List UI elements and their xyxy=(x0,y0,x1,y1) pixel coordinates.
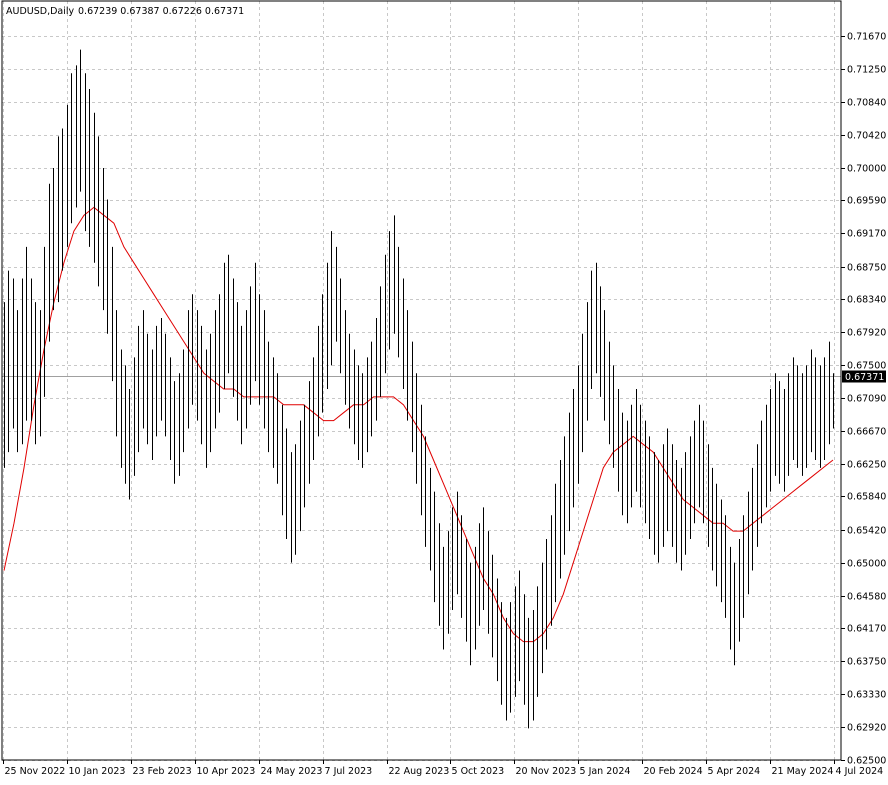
x-tick-label: 5 Apr 2024 xyxy=(708,766,761,777)
grid xyxy=(2,1,841,761)
y-tick-label: 0.66670 xyxy=(847,427,886,438)
y-tick-label: 0.64580 xyxy=(847,592,886,603)
x-tick-label: 5 Oct 2023 xyxy=(452,766,505,777)
y-tick-label: 0.67920 xyxy=(847,328,886,339)
ohlc-bars-layer xyxy=(4,49,834,729)
ohlc-readout: 0.67239 0.67387 0.67226 0.67371 xyxy=(78,6,244,17)
last-price-label: 0.67371 xyxy=(845,372,884,383)
y-tick-label: 0.65420 xyxy=(847,526,886,537)
symbol-title: AUDUSD,Daily xyxy=(6,6,75,17)
y-tick-label: 0.69590 xyxy=(847,196,886,207)
x-tick-label: 5 Jan 2024 xyxy=(580,766,631,777)
y-tick-label: 0.64170 xyxy=(847,624,886,635)
chart-window[interactable]: 0.62500 0.62920 0.63330 0.63750 0.64170 0.645… xyxy=(0,0,888,781)
y-tick-label: 0.63330 xyxy=(847,690,886,701)
x-tick-label: 23 Feb 2023 xyxy=(133,766,192,777)
y-tick-label: 0.68340 xyxy=(847,295,886,306)
plot-frame xyxy=(1,0,842,761)
x-tick-label: 4 Jul 2024 xyxy=(836,766,884,777)
x-tick-label: 20 Feb 2024 xyxy=(644,766,703,777)
price-chart[interactable]: 0.62500 0.62920 0.63330 0.63750 0.64170 0.645… xyxy=(0,0,888,781)
y-tick-label: 0.62920 xyxy=(847,723,886,734)
x-tick-label: 10 Jan 2023 xyxy=(69,766,126,777)
y-tick-label: 0.71670 xyxy=(847,32,886,43)
x-tick-label: 10 Apr 2023 xyxy=(197,766,256,777)
y-tick-label: 0.70840 xyxy=(847,98,886,109)
y-tick-label: 0.63750 xyxy=(847,657,886,668)
x-tick-label: 25 Nov 2022 xyxy=(5,766,66,777)
x-tick-label: 21 May 2024 xyxy=(772,766,834,777)
y-tick-label: 0.62500 xyxy=(847,756,886,767)
moving-average-layer xyxy=(3,206,834,643)
x-tick-label: 24 May 2023 xyxy=(261,766,323,777)
y-tick-label: 0.67500 xyxy=(847,361,886,372)
y-tick-label: 0.68750 xyxy=(847,263,886,274)
y-tick-label: 0.67090 xyxy=(847,394,886,405)
x-tick-label: 20 Nov 2023 xyxy=(516,766,577,777)
y-tick-label: 0.65840 xyxy=(847,492,886,503)
y-tick-label: 0.70420 xyxy=(847,131,886,142)
moving-average-line xyxy=(3,206,834,643)
y-tick-label: 0.66250 xyxy=(847,460,886,471)
y-tick-label: 0.65000 xyxy=(847,559,886,570)
x-tick-label: 22 Aug 2023 xyxy=(389,766,450,777)
y-tick-label: 0.70000 xyxy=(847,164,886,175)
y-tick-label: 0.69170 xyxy=(847,229,886,240)
y-tick-label: 0.71250 xyxy=(847,65,886,76)
x-tick-label: 7 Jul 2023 xyxy=(325,766,373,777)
